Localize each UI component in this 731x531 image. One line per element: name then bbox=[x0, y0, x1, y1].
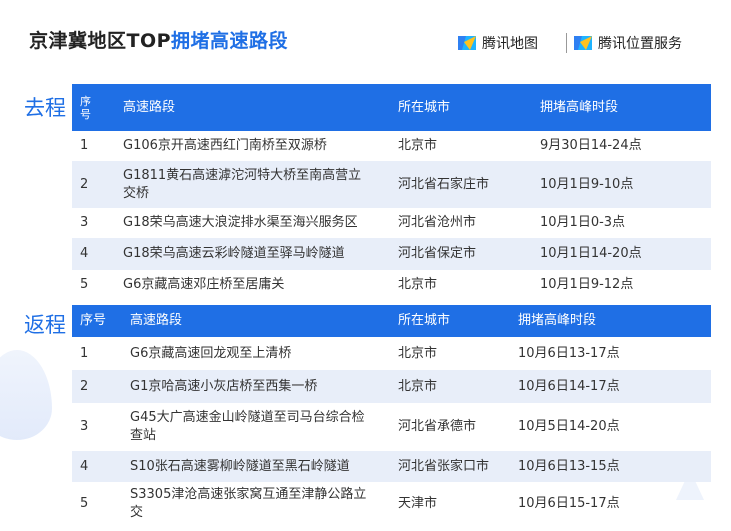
row-peak: 10月1日0-3点 bbox=[540, 215, 626, 230]
table-row: 3 G45大广高速金山岭隧道至司马台综合检 查站 河北省承德市 10月5日14-… bbox=[72, 403, 711, 451]
row-city: 河北省保定市 bbox=[398, 246, 477, 261]
row-idx: 2 bbox=[80, 378, 89, 394]
row-idx: 1 bbox=[80, 345, 89, 361]
row-city: 河北省石家庄市 bbox=[398, 176, 490, 192]
header-road: 高速路段 bbox=[130, 313, 183, 328]
row-city: 北京市 bbox=[398, 345, 438, 361]
row-idx: 1 bbox=[80, 138, 89, 153]
row-road: G1京哈高速小灰店桥至西集一桥 bbox=[130, 378, 318, 394]
header-peak: 拥堵高峰时段 bbox=[540, 99, 619, 115]
return-header-row: 序号 高速路段 所在城市 拥堵高峰时段 bbox=[72, 305, 711, 337]
tencent-location-logo-icon bbox=[574, 36, 592, 50]
header-peak: 拥堵高峰时段 bbox=[518, 313, 597, 328]
page-title: 京津冀地区TOP拥堵高速路段 bbox=[29, 26, 288, 53]
header-idx: 序号 bbox=[80, 313, 107, 328]
row-city: 天津市 bbox=[398, 496, 438, 511]
header-road: 高速路段 bbox=[123, 99, 176, 115]
table-row: 4 G18荣乌高速云彩岭隧道至驿马岭隧道 河北省保定市 10月1日14-20点 bbox=[72, 238, 711, 270]
row-peak: 10月6日15-17点 bbox=[518, 496, 620, 511]
table-row: 1 G106京开高速西红门南桥至双源桥 北京市 9月30日14-24点 bbox=[72, 131, 711, 161]
row-road: G1811黄石高速滹沱河特大桥至南高营立 交桥 bbox=[123, 167, 362, 201]
row-idx: 3 bbox=[80, 419, 89, 434]
table-row: 2 G1京哈高速小灰店桥至西集一桥 北京市 10月6日14-17点 bbox=[72, 370, 711, 403]
row-city: 北京市 bbox=[398, 378, 438, 394]
row-idx: 4 bbox=[80, 458, 89, 474]
row-city: 河北省承德市 bbox=[398, 419, 477, 434]
row-road: S3305津沧高速张家窝互通至津静公路立 交 bbox=[130, 487, 367, 520]
table-row: 5 G6京藏高速邓庄桥至居庸关 北京市 10月1日9-12点 bbox=[72, 270, 711, 300]
row-city: 北京市 bbox=[398, 277, 438, 292]
brand-divider bbox=[566, 33, 567, 53]
row-peak: 10月1日9-12点 bbox=[540, 277, 634, 292]
tencent-location-brand: 腾讯位置服务 bbox=[572, 32, 682, 54]
row-road: G106京开高速西红门南桥至双源桥 bbox=[123, 138, 327, 153]
row-idx: 3 bbox=[80, 215, 89, 230]
table-row: 3 G18荣乌高速大浪淀排水渠至海兴服务区 河北省沧州市 10月1日0-3点 bbox=[72, 208, 711, 238]
row-city: 河北省沧州市 bbox=[398, 215, 477, 230]
row-city: 北京市 bbox=[398, 138, 438, 153]
row-road: G6京藏高速回龙观至上清桥 bbox=[130, 345, 292, 361]
row-peak: 10月5日14-20点 bbox=[518, 419, 620, 434]
row-road: G6京藏高速邓庄桥至居庸关 bbox=[123, 277, 285, 292]
brand1-label: 腾讯地图 bbox=[482, 36, 538, 52]
title-prefix: 京津冀地区TOP bbox=[29, 30, 172, 52]
row-city: 河北省张家口市 bbox=[398, 458, 490, 474]
row-road: G45大广高速金山岭隧道至司马台综合检 查站 bbox=[130, 410, 365, 443]
header-idx: 序 号 bbox=[80, 94, 91, 121]
table-row: 2 G1811黄石高速滹沱河特大桥至南高营立 交桥 河北省石家庄市 10月1日9… bbox=[72, 161, 711, 208]
table-row: 1 G6京藏高速回龙观至上清桥 北京市 10月6日13-17点 bbox=[72, 337, 711, 370]
row-peak: 10月6日13-15点 bbox=[518, 458, 620, 474]
table-row: 5 S3305津沧高速张家窝互通至津静公路立 交 天津市 10月6日15-17点 bbox=[72, 482, 711, 526]
header-city: 所在城市 bbox=[398, 99, 451, 115]
return-table: 序号 高速路段 所在城市 拥堵高峰时段 1 G6京藏高速回龙观至上清桥 北京市 … bbox=[72, 305, 711, 529]
tencent-map-brand: 腾讯地图 bbox=[456, 32, 538, 54]
title-accent: 拥堵高速路段 bbox=[171, 30, 289, 52]
row-peak: 9月30日14-24点 bbox=[540, 138, 642, 153]
return-label: 返程 bbox=[24, 313, 66, 337]
row-peak: 10月6日14-17点 bbox=[518, 378, 620, 394]
row-peak: 10月1日14-20点 bbox=[540, 246, 642, 261]
header-city: 所在城市 bbox=[398, 313, 451, 328]
row-road: G18荣乌高速大浪淀排水渠至海兴服务区 bbox=[123, 215, 358, 230]
tencent-map-logo-icon bbox=[458, 36, 476, 50]
table-row: 4 S10张石高速雾柳岭隧道至黑石岭隧道 河北省张家口市 10月6日13-15点 bbox=[72, 451, 711, 482]
brand2-label: 腾讯位置服务 bbox=[598, 36, 682, 52]
row-road: G18荣乌高速云彩岭隧道至驿马岭隧道 bbox=[123, 246, 345, 261]
row-idx: 5 bbox=[80, 496, 89, 511]
row-idx: 2 bbox=[80, 176, 89, 192]
row-idx: 4 bbox=[80, 246, 89, 261]
row-peak: 10月6日13-17点 bbox=[518, 345, 620, 361]
row-idx: 5 bbox=[80, 277, 89, 292]
outbound-label: 去程 bbox=[24, 96, 66, 120]
row-road: S10张石高速雾柳岭隧道至黑石岭隧道 bbox=[130, 458, 350, 474]
outbound-table: 序 号 高速路段 所在城市 拥堵高峰时段 1 G106京开高速西红门南桥至双源桥… bbox=[72, 84, 711, 302]
decorative-drop-shape bbox=[0, 350, 52, 440]
row-peak: 10月1日9-10点 bbox=[540, 176, 634, 192]
outbound-header-row: 序 号 高速路段 所在城市 拥堵高峰时段 bbox=[72, 84, 711, 131]
